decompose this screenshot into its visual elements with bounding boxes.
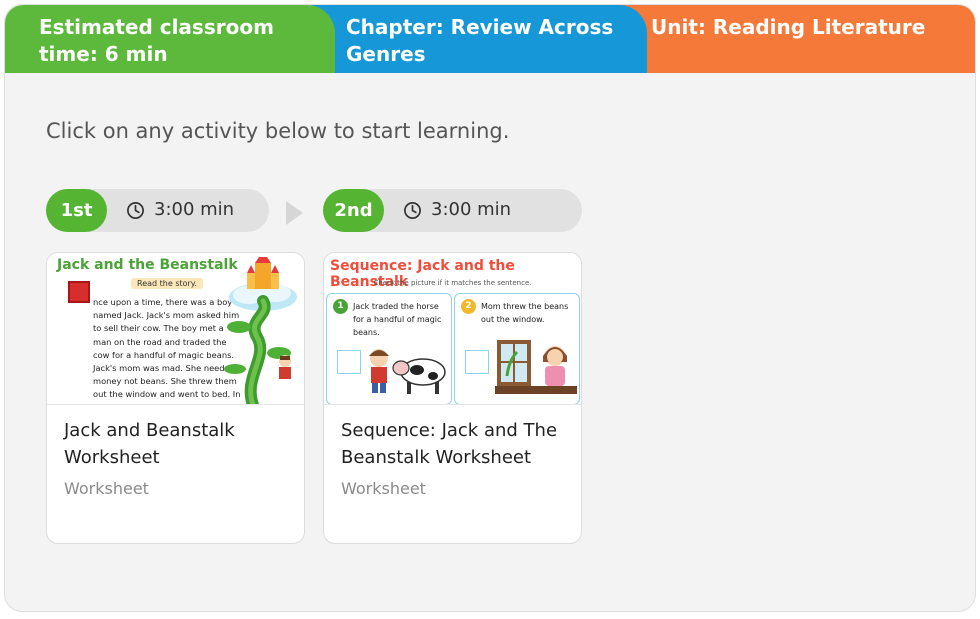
answer-checkbox[interactable] — [337, 350, 361, 374]
activity-type: Worksheet — [341, 479, 426, 498]
lesson-info-tabs: Estimated classroom time: 6 min Chapter:… — [5, 5, 975, 73]
step-number-badge: 2 — [461, 299, 476, 314]
step-order-badge: 1st — [46, 189, 107, 232]
clock-icon — [404, 202, 421, 219]
jack-and-cow-illustration-icon — [369, 349, 446, 394]
step-duration: 3:00 min — [431, 199, 512, 220]
activity-step-1[interactable]: 1st 3:00 min — [46, 189, 269, 232]
unit-tab: Unit: Reading Literature — [617, 5, 975, 73]
answer-checkbox[interactable] — [465, 350, 489, 374]
mom-at-window-illustration-icon — [495, 340, 577, 394]
lesson-panel: Estimated classroom time: 6 min Chapter:… — [4, 4, 976, 612]
thumbnail-instruction: Check the picture if it matches the sent… — [373, 279, 532, 287]
sequence-sentence: Mom threw the beans out the window. — [481, 302, 569, 324]
sequence-sentence: Jack traded the horse for a handful of m… — [353, 302, 442, 337]
beanstalk-illustration-icon — [224, 257, 297, 404]
step-number-badge: 1 — [333, 299, 348, 314]
thumbnail-heading: Jack and the Beanstalk — [57, 257, 238, 273]
estimated-time-tab: Estimated classroom time: 6 min — [5, 5, 335, 73]
activity-title[interactable]: Jack and Beanstalk Worksheet — [47, 405, 304, 471]
worksheet-thumbnail[interactable]: Jack and the Beanstalk Read the story. n… — [47, 253, 304, 405]
activity-card-sequence-jack-beanstalk[interactable]: Sequence: Jack and the Beanstalk Check t… — [323, 252, 582, 544]
next-step-arrow-icon — [286, 201, 303, 225]
instructions-text: Click on any activity below to start lea… — [46, 119, 510, 143]
sequence-panel-2: 2 Mom threw the beans out the window. — [454, 293, 580, 404]
step-order-badge: 2nd — [323, 189, 384, 232]
clock-icon — [127, 202, 144, 219]
activity-step-2[interactable]: 2nd 3:00 min — [323, 189, 582, 232]
chapter-tab: Chapter: Review Across Genres — [311, 5, 647, 73]
thumbnail-badge: Read the story. — [131, 278, 203, 289]
activity-title[interactable]: Sequence: Jack and The Beanstalk Workshe… — [324, 405, 581, 471]
thumbnail-story-text: nce upon a time, there was a boy named J… — [93, 297, 241, 404]
activity-card-jack-beanstalk[interactable]: Jack and the Beanstalk Read the story. n… — [46, 252, 305, 544]
step-duration: 3:00 min — [154, 199, 235, 220]
sequence-panel-1: 1 Jack traded the horse for a handful of… — [326, 293, 452, 404]
worksheet-thumbnail[interactable]: Sequence: Jack and the Beanstalk Check t… — [324, 253, 581, 405]
activity-type: Worksheet — [64, 479, 149, 498]
